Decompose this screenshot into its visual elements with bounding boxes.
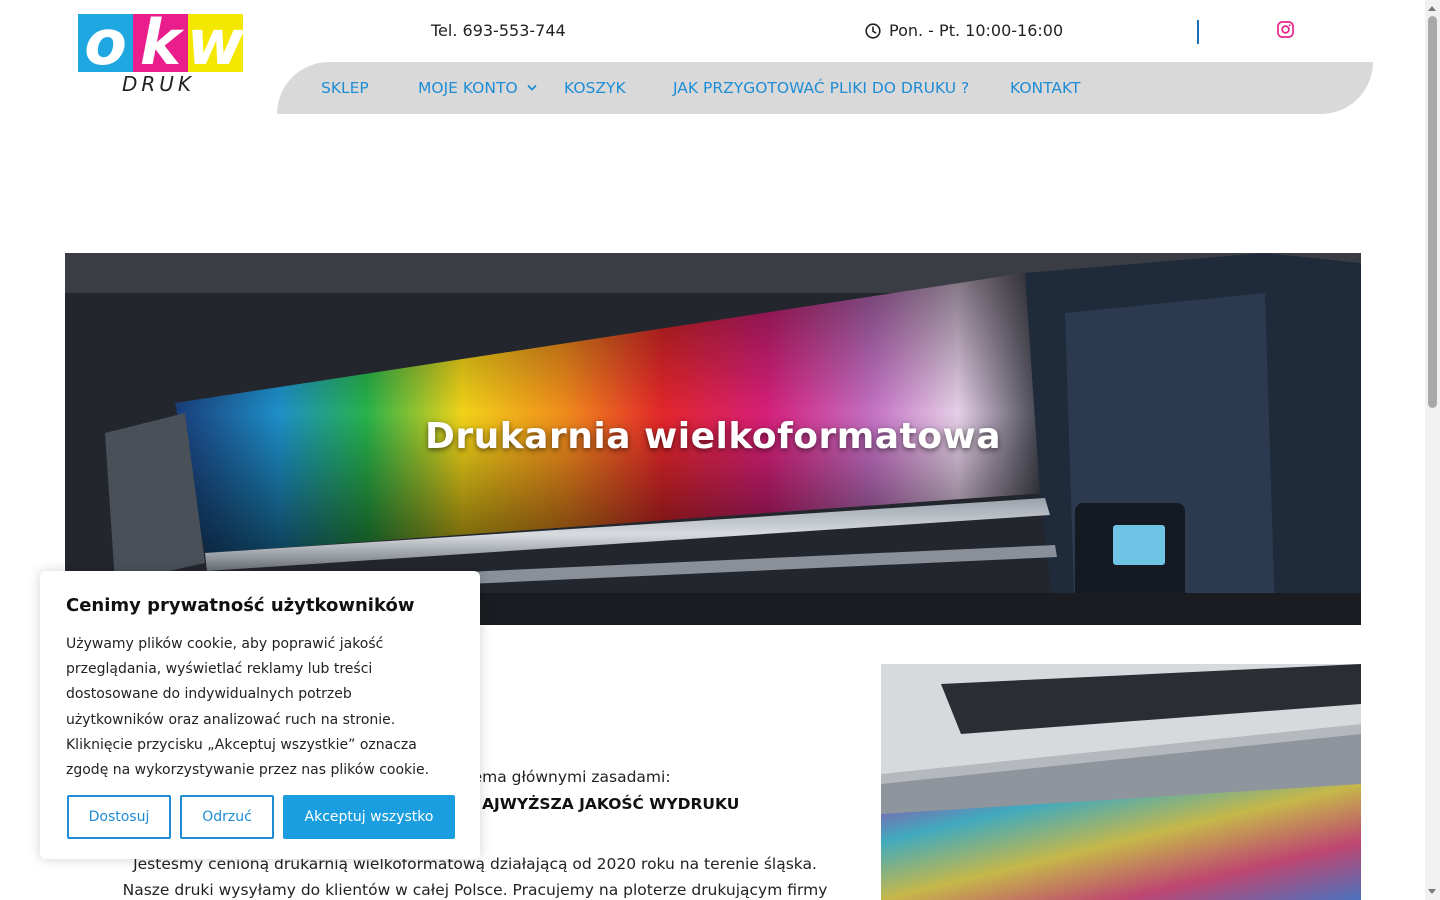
hero-banner: Drukarnia wielkoformatowa [65,253,1361,625]
nav-item-kontakt[interactable]: KONTAKT [1010,79,1080,97]
content-intro: trzema głównymi zasadami: [452,768,671,786]
chevron-down-icon[interactable] [526,82,538,94]
content-paragraph-line-2: Nasze druki wysyłamy do klientów w całej… [122,881,828,899]
logo-letter-w: w [188,14,243,72]
accept-all-button[interactable]: Akceptuj wszystko [283,795,455,839]
nav-item-sklep[interactable]: SKLEP [321,79,369,97]
nav-item-koszyk[interactable]: KOSZYK [564,79,626,97]
logo-block-magenta: k [133,14,188,72]
opening-hours-text: Pon. - Pt. 10:00-16:00 [889,21,1064,40]
printer-photo [881,664,1361,900]
logo-mark: o k w [78,14,243,72]
printer-photo-image [881,664,1361,900]
logo[interactable]: o k w DRUK [78,14,244,96]
logo-letter-k: k [139,14,182,72]
logo-block-cyan: o [78,14,133,72]
nav-item-jak-przygotowac-pliki[interactable]: JAK PRZYGOTOWAĆ PLIKI DO DRUKU ? [673,79,969,97]
page-scrollbar[interactable] [1425,0,1440,900]
logo-subtitle: DRUK [122,72,196,96]
header-divider [1197,20,1199,44]
main-nav: SKLEP MOJE KONTO KOSZYK JAK PRZYGOTOWAĆ … [277,62,1373,114]
reject-button[interactable]: Odrzuć [180,795,274,839]
opening-hours: Pon. - Pt. 10:00-16:00 [865,21,1063,40]
nav-item-moje-konto[interactable]: MOJE KONTO [418,79,518,97]
scroll-thumb[interactable] [1428,16,1437,408]
customize-button[interactable]: Dostosuj [67,795,171,839]
instagram-icon[interactable] [1277,21,1294,38]
logo-letter-o: o [84,14,127,72]
phone-number[interactable]: Tel. 693-553-744 [431,21,566,40]
content-highlight: AJWYŻSZA JAKOŚĆ WYDRUKU [482,795,740,813]
cookie-description: Używamy plików cookie, aby poprawić jako… [66,636,430,779]
scroll-up-arrow-icon[interactable] [1428,6,1436,11]
clock-icon [865,22,881,39]
scroll-down-arrow-icon[interactable] [1428,889,1436,894]
hero-title: Drukarnia wielkoformatowa [424,416,1002,457]
cookie-consent-dialog: Cenimy prywatność użytkowników Używamy p… [40,571,480,859]
cookie-title: Cenimy prywatność użytkowników [66,595,415,616]
logo-block-yellow: w [188,14,243,72]
cookie-actions: Dostosuj Odrzuć Akceptuj wszystko [67,795,455,839]
